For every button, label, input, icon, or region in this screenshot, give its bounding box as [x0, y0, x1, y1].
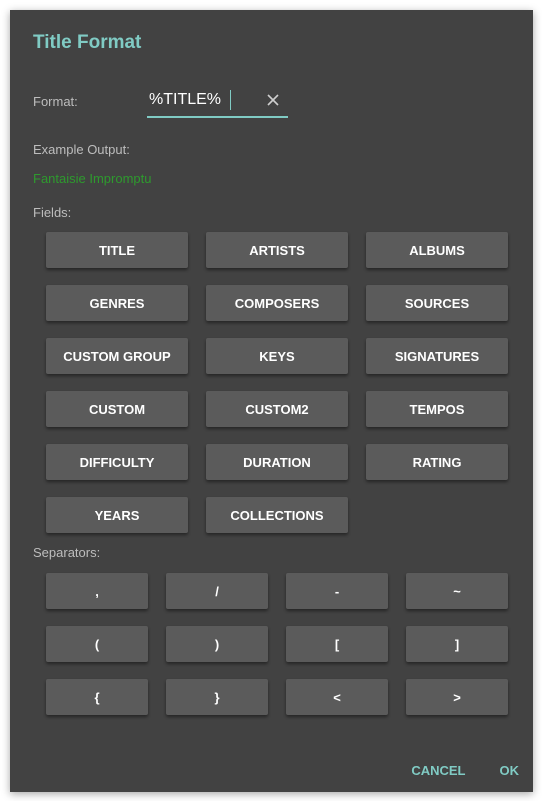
title-format-dialog: Title Format Format: Example Output: Fan… [10, 10, 533, 792]
format-field [147, 86, 288, 118]
separator-button-close-paren[interactable]: ) [166, 626, 268, 662]
separator-button-dash[interactable]: - [286, 573, 388, 609]
separator-button-open-paren[interactable]: ( [46, 626, 148, 662]
format-input[interactable] [147, 86, 259, 114]
example-output-value: Fantaisie Impromptu [33, 171, 152, 186]
separator-buttons-grid: , / - ~ ( ) [ ] { } < > [46, 573, 508, 715]
separator-button-comma[interactable]: , [46, 573, 148, 609]
separator-button-less-than[interactable]: < [286, 679, 388, 715]
fields-label: Fields: [33, 205, 72, 220]
text-caret [230, 90, 231, 110]
field-button-signatures[interactable]: SIGNATURES [366, 338, 508, 374]
field-button-duration[interactable]: DURATION [206, 444, 348, 480]
format-label: Format: [33, 94, 78, 109]
close-icon [267, 94, 279, 106]
field-button-genres[interactable]: GENRES [46, 285, 188, 321]
dialog-title: Title Format [33, 32, 142, 53]
field-button-title[interactable]: TITLE [46, 232, 188, 268]
separator-button-close-brace[interactable]: } [166, 679, 268, 715]
field-button-custom-group[interactable]: CUSTOM GROUP [46, 338, 188, 374]
separator-button-open-brace[interactable]: { [46, 679, 148, 715]
field-button-difficulty[interactable]: DIFFICULTY [46, 444, 188, 480]
field-button-keys[interactable]: KEYS [206, 338, 348, 374]
field-button-custom2[interactable]: CUSTOM2 [206, 391, 348, 427]
separator-button-greater-than[interactable]: > [406, 679, 508, 715]
separator-button-close-bracket[interactable]: ] [406, 626, 508, 662]
example-output-label: Example Output: [33, 142, 130, 157]
field-button-rating[interactable]: RATING [366, 444, 508, 480]
clear-format-button[interactable] [262, 88, 284, 112]
field-button-collections[interactable]: COLLECTIONS [206, 497, 348, 533]
field-buttons-grid: TITLE ARTISTS ALBUMS GENRES COMPOSERS SO… [46, 232, 508, 533]
field-button-sources[interactable]: SOURCES [366, 285, 508, 321]
separators-label: Separators: [33, 545, 101, 560]
field-button-years[interactable]: YEARS [46, 497, 188, 533]
field-button-custom[interactable]: CUSTOM [46, 391, 188, 427]
separator-button-tilde[interactable]: ~ [406, 573, 508, 609]
dialog-actions: CANCEL OK [411, 763, 519, 778]
field-button-albums[interactable]: ALBUMS [366, 232, 508, 268]
field-button-composers[interactable]: COMPOSERS [206, 285, 348, 321]
cancel-button[interactable]: CANCEL [411, 763, 465, 778]
ok-button[interactable]: OK [500, 763, 520, 778]
separator-button-slash[interactable]: / [166, 573, 268, 609]
field-button-artists[interactable]: ARTISTS [206, 232, 348, 268]
separator-button-open-bracket[interactable]: [ [286, 626, 388, 662]
field-button-tempos[interactable]: TEMPOS [366, 391, 508, 427]
